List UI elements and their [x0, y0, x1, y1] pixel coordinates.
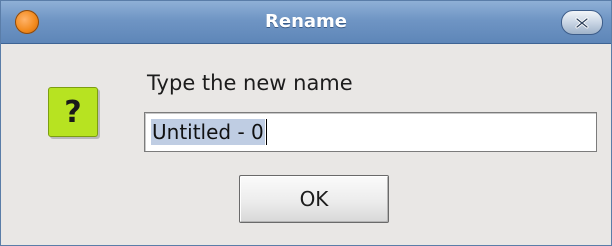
question-icon: ? [48, 87, 98, 137]
input-value: Untitled - 0 [151, 119, 265, 145]
name-input[interactable]: Untitled - 0 [144, 112, 597, 152]
title-bar[interactable]: Rename [1, 1, 611, 44]
prompt-label: Type the new name [147, 71, 353, 95]
close-icon [575, 17, 589, 28]
ok-button[interactable]: OK [239, 175, 389, 223]
window-title: Rename [265, 11, 347, 32]
text-caret [265, 119, 267, 145]
close-button[interactable] [561, 10, 603, 35]
rename-dialog: Rename ? Type the new name Untitled - 0 … [0, 0, 612, 246]
